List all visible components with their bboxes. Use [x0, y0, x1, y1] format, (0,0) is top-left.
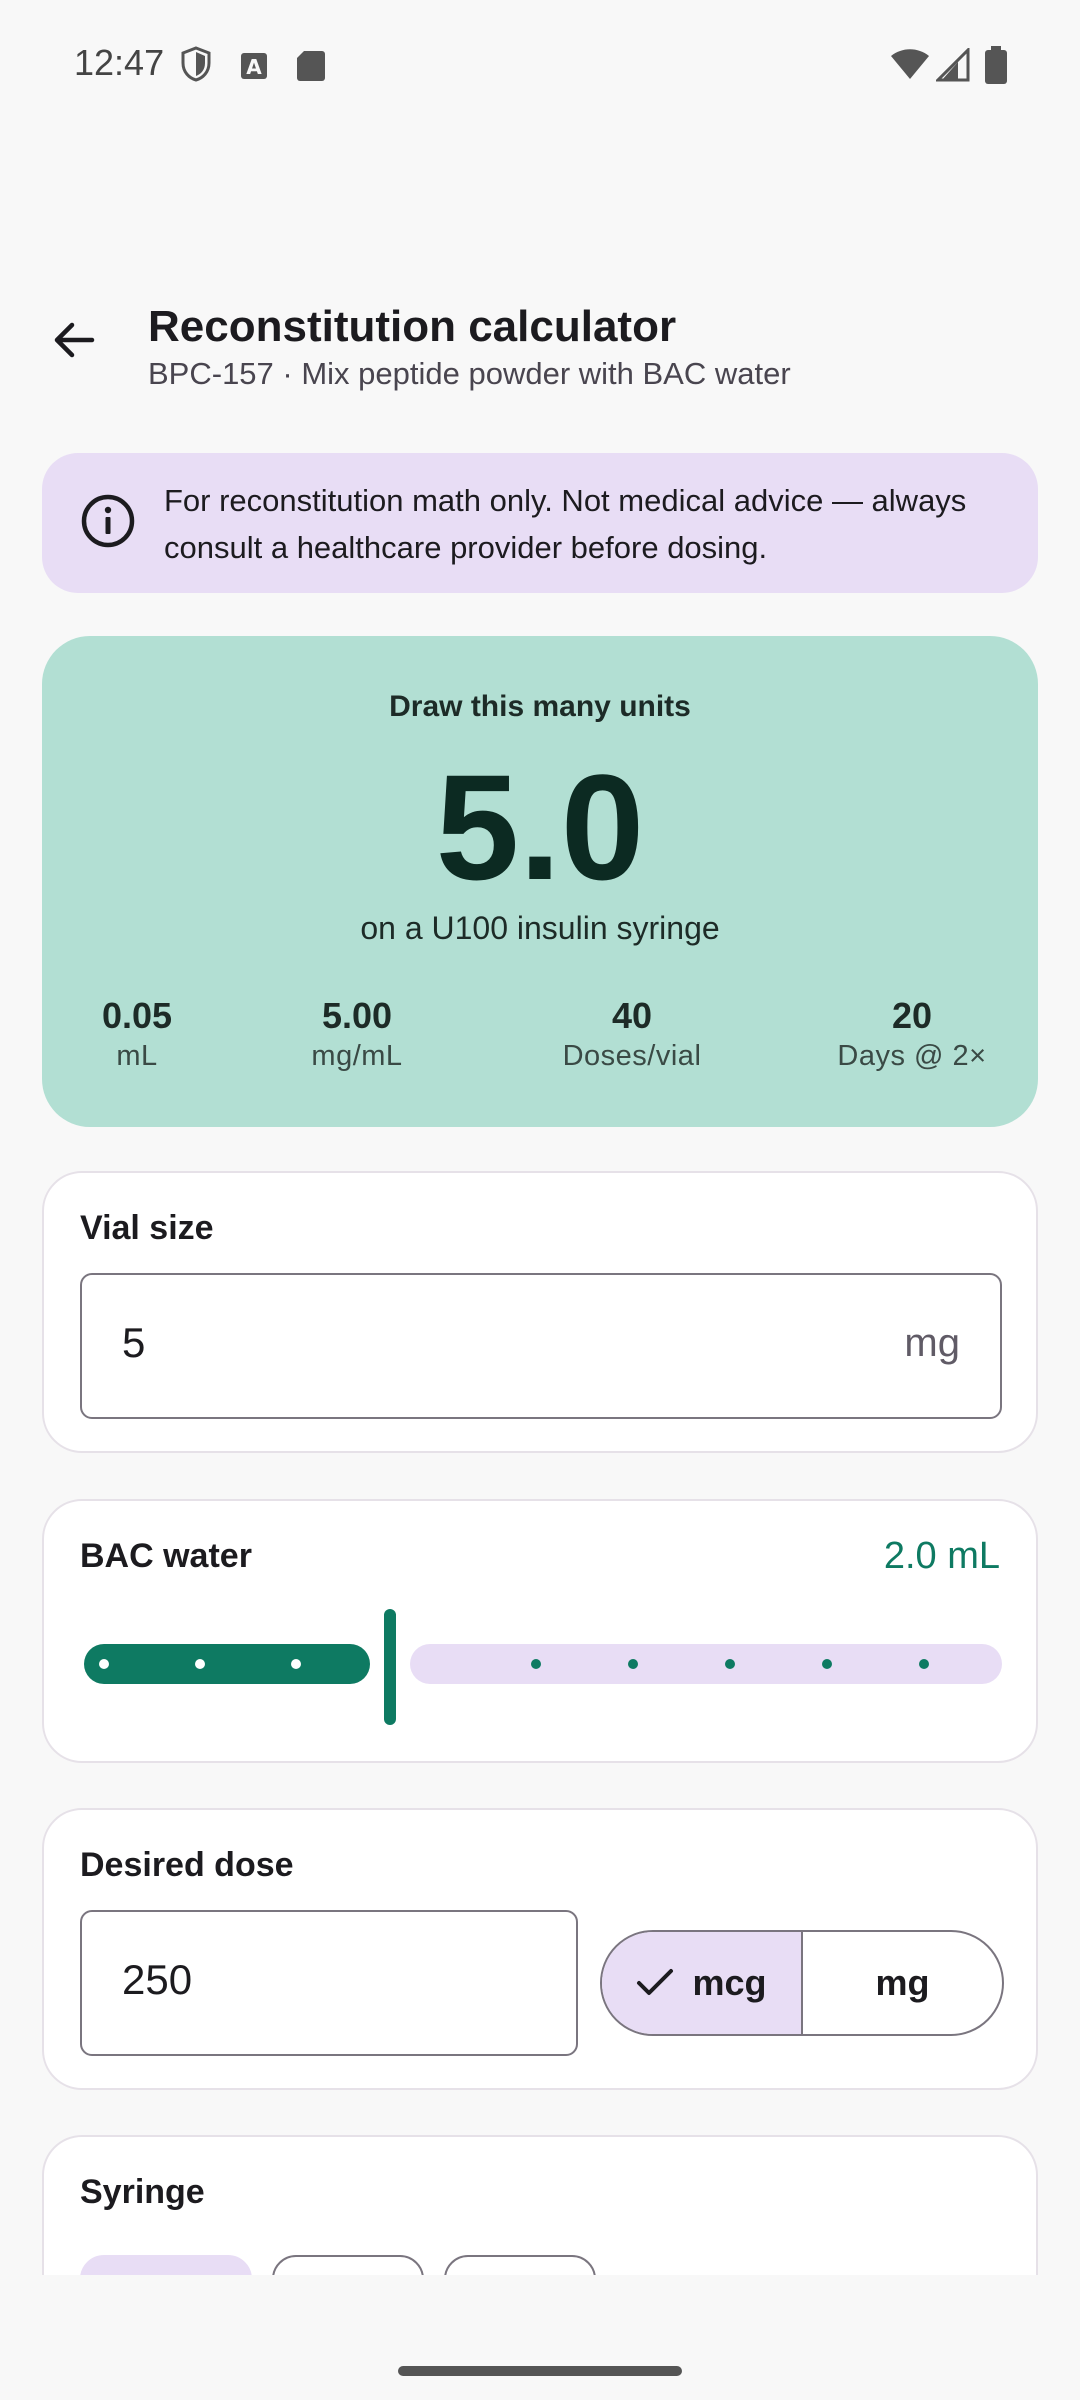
back-button[interactable]: [40, 306, 108, 374]
slider-inactive-track: [410, 1644, 1002, 1684]
syringe-card: Syringe: [42, 2135, 1038, 2275]
bac-water-slider[interactable]: [80, 1601, 1002, 1725]
font-icon: A: [240, 52, 268, 85]
slider-thumb[interactable]: [384, 1609, 396, 1725]
signal-icon: [934, 46, 970, 87]
disclaimer-text: For reconstitution math only. Not medica…: [164, 483, 967, 565]
shield-icon: [180, 46, 212, 87]
result-label: Draw this many units: [389, 690, 691, 723]
syringe-chip[interactable]: [444, 2255, 596, 2275]
battery-icon: [985, 46, 1007, 89]
desired-dose-value: 250: [122, 1956, 193, 2003]
stat-label: Days @ 2×: [837, 1040, 987, 1072]
desired-dose-input[interactable]: 250: [80, 1910, 578, 2056]
vial-size-value: 5: [122, 1319, 146, 1366]
page-title: Reconstitution calculator: [148, 302, 677, 351]
vial-size-card: Vial size 5 mg: [42, 1171, 1038, 1453]
slider-active-track: [84, 1644, 370, 1684]
status-time: 12:47: [74, 42, 165, 83]
syringe-title: Syringe: [80, 2173, 205, 2211]
svg-text:A: A: [246, 55, 262, 79]
page-subtitle: BPC-157 · Mix peptide powder with BAC wa…: [148, 356, 791, 391]
result-value: 5.0: [435, 743, 645, 911]
stat-days: 20 Days @ 2×: [812, 994, 1012, 1074]
info-icon: [80, 493, 136, 554]
top-app-bar: Reconstitution calculator BPC-157 · Mix …: [0, 290, 1080, 400]
unit-option-mg[interactable]: mg: [803, 1932, 1002, 2034]
vial-size-unit: mg: [904, 1321, 960, 1365]
syringe-chip[interactable]: [80, 2255, 252, 2275]
stat-volume: 0.05 mL: [72, 994, 202, 1074]
sd-card-icon: [296, 50, 326, 87]
check-icon: [637, 1969, 674, 1995]
stat-value: 5.00: [321, 995, 393, 1036]
stat-value: 40: [611, 995, 653, 1036]
result-card: Draw this many units 5.0 on a U100 insul…: [42, 636, 1038, 1127]
vial-size-title: Vial size: [80, 1209, 214, 1247]
bac-water-title: BAC water: [80, 1537, 252, 1575]
stat-doses: 40 Doses/vial: [522, 994, 742, 1074]
stat-label: mL: [116, 1040, 158, 1072]
stat-value: 20: [891, 995, 933, 1036]
bac-water-value: 2.0 mL: [883, 1535, 1000, 1577]
desired-dose-card: Desired dose 250 mcg mg: [42, 1808, 1038, 2090]
unit-label: mcg: [692, 1962, 767, 2003]
stat-concentration: 5.00 mg/mL: [272, 994, 442, 1074]
syringe-chip[interactable]: [272, 2255, 424, 2275]
stat-label: mg/mL: [311, 1040, 403, 1072]
vial-size-input[interactable]: 5 mg: [80, 1273, 1002, 1419]
arrow-left-icon: [54, 322, 95, 358]
bac-water-card: BAC water 2.0 mL: [42, 1499, 1038, 1763]
result-caption: on a U100 insulin syringe: [360, 910, 720, 946]
wifi-icon: [890, 48, 930, 85]
home-indicator[interactable]: [398, 2366, 682, 2376]
dose-unit-toggle: mcg mg: [600, 1930, 1004, 2036]
status-bar: 12:47 A: [0, 0, 1080, 132]
stat-value: 0.05: [101, 995, 173, 1036]
stat-label: Doses/vial: [562, 1040, 702, 1072]
disclaimer-banner: For reconstitution math only. Not medica…: [42, 453, 1038, 593]
desired-dose-title: Desired dose: [80, 1846, 294, 1884]
unit-label: mg: [875, 1962, 930, 2003]
unit-option-mcg[interactable]: mcg: [602, 1932, 803, 2034]
